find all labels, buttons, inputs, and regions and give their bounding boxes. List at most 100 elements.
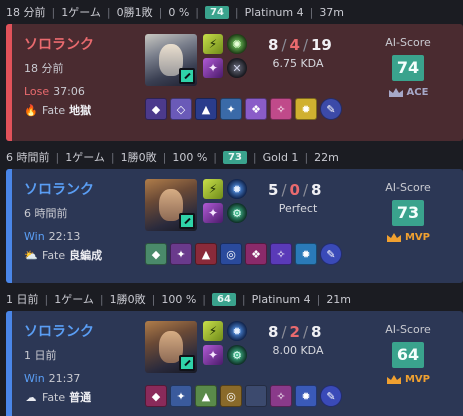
header-rank: Platinum 4 (244, 5, 304, 19)
header-winrate: 100 % (161, 292, 197, 306)
flash-spell-icon[interactable]: ⚡ (203, 34, 223, 54)
role-icon (179, 213, 195, 229)
item-icon[interactable]: ◆ (145, 243, 167, 265)
ghost-spell-icon[interactable]: ✦ (203, 203, 223, 223)
kills: 8 (268, 323, 279, 341)
item-icon[interactable]: ✦ (170, 385, 192, 407)
item-icon[interactable]: ▲ (195, 385, 217, 407)
match-card[interactable]: ソロランク 6 時間前 Win 22:13 ⛅ Fate 良編成 ⚡ ✦ ✹ ⚙ 5/… (6, 169, 463, 283)
day-header: 6 時間前 | 1ゲーム | 1勝0敗 | 100 % | 73 | Gold 1 | 22… (0, 145, 463, 169)
header-games: 1ゲーム (65, 151, 105, 164)
separator: | (106, 5, 111, 19)
sun-cloud-icon: ⛅ (24, 248, 38, 262)
ward-icon[interactable]: ✎ (320, 385, 342, 407)
secondary-rune-icon[interactable]: ✕ (227, 58, 247, 78)
item-row: ◆ ✦ ▲ ◎ ❖ ✧ ✹ ✎ (145, 243, 342, 265)
match-card[interactable]: ソロランク 1 日前 Win 21:37 ☁ Fate 普通 ⚡ ✦ ✹ ⚙ 8/2/… (6, 311, 463, 416)
item-icon[interactable]: ◎ (220, 385, 242, 407)
kda-ratio: 6.75 KDA (272, 57, 324, 70)
item-icon[interactable]: ✧ (270, 98, 292, 120)
day-header: 18 分前 | 1ゲーム | 0勝1敗 | 0 % | 74 | Platinum 4 | … (0, 0, 463, 24)
separator: | (316, 292, 321, 306)
ai-score-value: 74 (392, 55, 424, 81)
champion-portrait[interactable] (145, 321, 197, 373)
item-icon[interactable]: ◆ (145, 98, 167, 120)
ai-score-label: AI-Score (385, 323, 431, 336)
item-icon[interactable]: ❖ (245, 243, 267, 265)
match-length: 37:06 (53, 85, 85, 98)
fate-value: 地獄 (69, 104, 92, 117)
item-icon[interactable]: ▲ (195, 98, 217, 120)
ward-icon[interactable]: ✎ (320, 243, 342, 265)
ai-score: AI-Score 74 ACE (373, 36, 443, 98)
item-icon[interactable]: ✧ (270, 385, 292, 407)
item-icon[interactable]: ✦ (170, 243, 192, 265)
header-time: 18 分前 (6, 6, 46, 19)
ai-score-value: 73 (392, 200, 424, 226)
kda-line: 8/4/19 (268, 36, 332, 54)
separator: | (309, 5, 314, 19)
primary-rune-icon[interactable]: ✹ (227, 179, 247, 199)
separator: | (51, 5, 56, 19)
primary-rune-icon[interactable]: ✺ (227, 34, 247, 54)
item-icon[interactable]: ◆ (145, 385, 167, 407)
separator: | (99, 292, 104, 306)
champion-portrait[interactable] (145, 179, 197, 231)
item-icon[interactable]: ❖ (245, 98, 267, 120)
separator: | (195, 5, 199, 19)
item-icon[interactable]: ◇ (170, 98, 192, 120)
header-games: 1ゲーム (61, 6, 101, 19)
fire-icon: 🔥 (24, 103, 38, 117)
flash-spell-icon[interactable]: ⚡ (203, 179, 223, 199)
deaths: 0 (289, 181, 300, 199)
ghost-spell-icon[interactable]: ✦ (203, 58, 223, 78)
item-icon[interactable]: ✹ (295, 98, 317, 120)
primary-rune-icon[interactable]: ✹ (227, 321, 247, 341)
separator: | (252, 150, 257, 164)
separator: | (234, 5, 239, 19)
role-icon (179, 68, 195, 84)
separator: | (110, 150, 115, 164)
crown-icon (386, 232, 402, 243)
match-ago: 1 日前 (24, 349, 57, 362)
kills: 5 (268, 181, 279, 199)
flash-spell-icon[interactable]: ⚡ (203, 321, 223, 341)
champion-portrait[interactable] (145, 34, 197, 86)
secondary-rune-icon[interactable]: ⚙ (227, 345, 247, 365)
slash: / (281, 323, 287, 341)
item-icon[interactable]: ✦ (220, 98, 242, 120)
fate-label: Fate (42, 248, 66, 262)
ai-score-label: AI-Score (385, 36, 431, 49)
role-icon (179, 355, 195, 371)
item-icon[interactable]: ✹ (295, 385, 317, 407)
deaths: 2 (289, 323, 300, 341)
slash: / (302, 323, 308, 341)
ward-icon[interactable]: ✎ (320, 98, 342, 120)
item-icon[interactable]: ✹ (295, 243, 317, 265)
mvp-label: MVP (404, 232, 431, 243)
match-result: Lose 37:06 (24, 85, 85, 98)
ghost-spell-icon[interactable]: ✦ (203, 345, 223, 365)
match-card[interactable]: ソロランク 18 分前 Lose 37:06 🔥 Fate 地獄 ⚡ ✦ ✺ ✕ 8/… (6, 24, 463, 141)
fate: ☁ Fate 普通 (24, 389, 92, 405)
item-icon[interactable]: ▲ (195, 243, 217, 265)
item-icon[interactable]: ✧ (270, 243, 292, 265)
ai-score: AI-Score 73 MVP (373, 181, 443, 243)
separator: | (162, 150, 167, 164)
queue-type: ソロランク (24, 37, 94, 53)
separator: | (55, 150, 60, 164)
empty-item-slot (245, 385, 267, 407)
header-games: 1ゲーム (54, 293, 94, 306)
match-length: 22:13 (48, 230, 81, 243)
slash: / (302, 181, 308, 199)
assists: 8 (311, 323, 322, 341)
match-length: 21:37 (48, 372, 81, 385)
result-label: Win (24, 230, 45, 243)
separator: | (241, 292, 246, 306)
header-winrate: 100 % (172, 150, 208, 164)
item-icon[interactable]: ◎ (220, 243, 242, 265)
secondary-rune-icon[interactable]: ⚙ (227, 203, 247, 223)
header-record: 1勝0敗 (120, 151, 157, 164)
header-time: 6 時間前 (6, 151, 50, 164)
mvp-badge: MVP (373, 374, 443, 385)
